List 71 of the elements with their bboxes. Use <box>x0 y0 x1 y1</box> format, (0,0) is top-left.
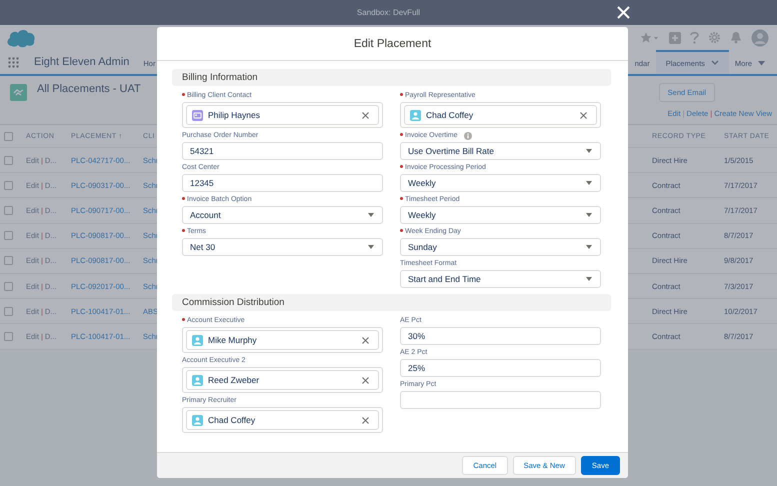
select-field[interactable]: Net 30 <box>182 238 383 256</box>
row-checkbox[interactable] <box>4 156 13 165</box>
lookup-field[interactable]: Mike Murphy <box>182 327 383 353</box>
selected-record-pill[interactable]: Philip Haynes <box>186 105 379 125</box>
section-header[interactable]: Commission Distribution <box>172 294 611 311</box>
caret-down-icon <box>368 245 374 249</box>
section-header[interactable]: Billing Information <box>172 69 611 86</box>
selected-record-pill[interactable]: Chad Coffey <box>186 410 379 430</box>
row-checkbox[interactable] <box>4 256 13 266</box>
row-checkbox[interactable] <box>4 282 13 291</box>
input-field[interactable]: 12345 <box>182 174 383 192</box>
clear-icon[interactable] <box>362 112 369 118</box>
close-icon[interactable] <box>617 6 630 19</box>
input-field[interactable]: 25% <box>400 359 601 377</box>
record-name: Mike Murphy <box>208 335 257 345</box>
clear-icon[interactable] <box>362 376 369 384</box>
person-icon <box>192 374 203 386</box>
person-icon <box>192 334 203 346</box>
chevron-down-icon <box>710 60 719 66</box>
row-checkbox[interactable] <box>4 206 13 215</box>
dialog-title: Edit Placement <box>354 38 432 50</box>
caret-down-icon <box>368 213 374 217</box>
clear-icon[interactable] <box>362 416 369 424</box>
app-name: Eight Eleven Admin <box>34 56 130 68</box>
select-field[interactable]: Weekly <box>400 206 601 224</box>
selected-record-pill[interactable]: Mike Murphy <box>186 330 379 350</box>
caret-down-icon <box>586 245 592 249</box>
lookup-field[interactable]: Philip Haynes <box>182 102 383 128</box>
cloud-logo-icon <box>6 28 36 48</box>
select-field[interactable]: Sunday <box>400 238 601 256</box>
selected-record-pill[interactable]: Reed Zweber <box>186 370 379 390</box>
lookup-field[interactable]: Reed Zweber <box>182 367 383 393</box>
app-launcher-icon[interactable] <box>8 56 19 68</box>
row-checkbox[interactable] <box>4 306 13 316</box>
clear-icon[interactable] <box>580 112 587 118</box>
caret-down-icon <box>586 213 592 217</box>
row-checkbox[interactable] <box>4 231 13 240</box>
list-view-title: All Placements - UAT <box>37 83 141 95</box>
select-field[interactable]: Start and End Time <box>400 270 601 288</box>
record-name: Chad Coffey <box>208 415 256 425</box>
input-field[interactable] <box>400 391 601 409</box>
help-icon[interactable] <box>690 31 699 44</box>
info-icon[interactable] <box>464 132 472 140</box>
contact-card-icon <box>192 110 203 120</box>
selected-record-pill[interactable]: Chad Coffey <box>404 105 597 125</box>
record-name: Reed Zweber <box>208 375 260 385</box>
record-name: Philip Haynes <box>208 110 260 120</box>
caret-down-icon <box>586 277 592 281</box>
caret-down-icon <box>758 60 765 66</box>
row-checkbox[interactable] <box>4 332 13 341</box>
caret-down-icon <box>586 149 592 153</box>
select-field[interactable]: Use Overtime Bill Rate <box>400 142 601 160</box>
caret-down-icon <box>586 181 592 185</box>
banner-text: Sandbox: DevFull <box>356 8 420 17</box>
select-field[interactable]: Account <box>182 206 383 224</box>
plus-icon[interactable] <box>669 32 681 44</box>
input-field[interactable]: 30% <box>400 327 601 345</box>
select-field[interactable]: Weekly <box>400 174 601 192</box>
clear-icon[interactable] <box>362 336 369 344</box>
record-name: Chad Coffey <box>426 110 474 120</box>
row-checkbox[interactable] <box>4 180 13 190</box>
settings-icon[interactable] <box>708 31 721 44</box>
select-all-checkbox[interactable] <box>4 132 13 140</box>
star-dropdown-icon[interactable] <box>640 32 660 44</box>
input-field[interactable]: 54321 <box>182 142 383 160</box>
person-icon <box>192 414 203 426</box>
lookup-field[interactable]: Chad Coffey <box>182 407 383 433</box>
bell-icon[interactable] <box>730 31 742 44</box>
lookup-field[interactable]: Chad Coffey <box>400 102 601 128</box>
person-icon <box>410 110 421 120</box>
avatar-icon[interactable] <box>751 28 769 46</box>
